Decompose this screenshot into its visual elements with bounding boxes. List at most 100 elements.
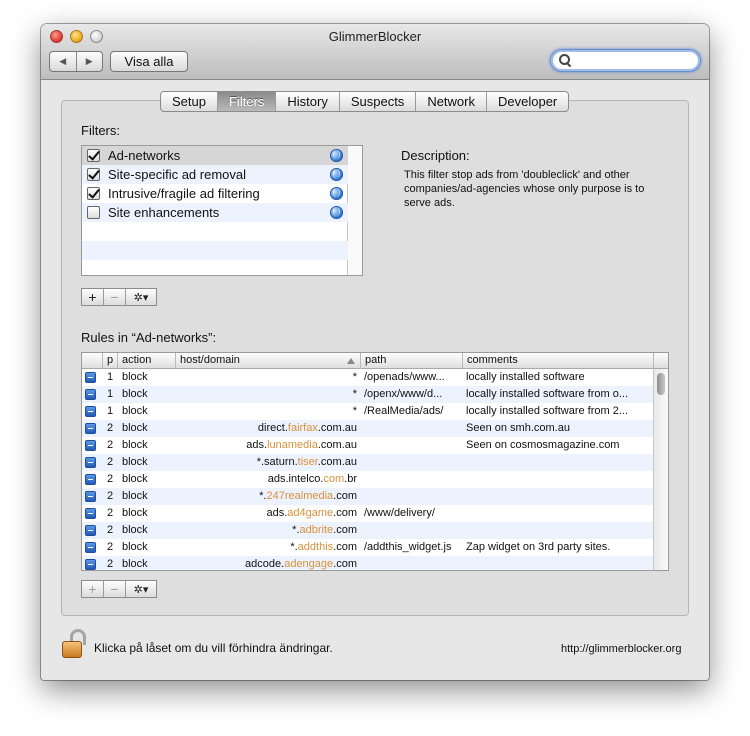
rule-host-part: direct. — [257, 422, 288, 434]
globe-icon — [330, 206, 343, 219]
table-row[interactable]: 1 block * /RealMedia/ads/locally installed … — [82, 403, 654, 420]
table-row[interactable]: 2 block *.adbrite.com — [82, 522, 654, 539]
rule-enabled-cell — [82, 488, 103, 505]
table-row[interactable]: 2 block *.saturn.tiser.com.au — [82, 454, 654, 471]
rule-host-part: *. — [259, 490, 267, 502]
table-row[interactable]: 2 block ads.ad4game.com/www/delivery/ — [82, 505, 654, 522]
rule-comment — [466, 556, 652, 570]
remove-filter-button[interactable]: − — [104, 289, 126, 305]
minus-icon[interactable] — [85, 542, 96, 553]
website-url[interactable]: http://glimmerblocker.org — [561, 643, 681, 655]
filter-item[interactable]: Intrusive/fragile ad filtering — [82, 184, 348, 203]
rule-host-part: .com — [333, 507, 357, 519]
tab-setup[interactable]: Setup — [161, 92, 217, 111]
table-row[interactable]: 1 block * /openx/www/d... locally installed … — [82, 386, 654, 403]
tab-network[interactable]: Network — [415, 92, 486, 111]
gear-icon[interactable]: ✲▾ — [126, 581, 156, 597]
tab-suspects[interactable]: Suspects — [338, 92, 415, 111]
table-row[interactable]: 2 block direct.fairfax.com.au Seen on smh.c… — [82, 420, 654, 437]
minus-icon[interactable] — [85, 389, 96, 400]
tab-developer[interactable]: Developer — [486, 92, 568, 111]
rule-enabled-cell — [82, 420, 103, 437]
tab-filters[interactable]: Filters — [216, 92, 276, 111]
back-arrow-icon[interactable]: ◀ — [50, 52, 77, 71]
rule-action: block — [122, 558, 148, 570]
minus-icon[interactable] — [85, 508, 96, 519]
table-row[interactable]: 2 block adcode.adengage.com — [82, 556, 654, 570]
empty-row — [82, 222, 348, 241]
rules-scrollbar-thumb[interactable] — [657, 373, 665, 395]
filter-checkbox[interactable] — [87, 206, 100, 219]
filter-item-label: Intrusive/fragile ad filtering — [108, 186, 260, 201]
column-header-enabled[interactable] — [82, 353, 103, 369]
rules-table[interactable]: p action host/domain path comments 1 bloc… — [81, 352, 669, 571]
rules-scrollbar[interactable] — [653, 369, 668, 570]
add-filter-button[interactable]: + — [82, 289, 104, 305]
rule-host: *.saturn.tiser.com.au — [178, 454, 357, 471]
minus-icon[interactable] — [85, 491, 96, 502]
filter-checkbox[interactable] — [87, 168, 100, 181]
remove-rule-button[interactable]: − — [104, 581, 126, 597]
add-rule-button[interactable]: + — [82, 581, 104, 597]
filter-item-label: Site-specific ad removal — [108, 167, 246, 182]
rule-path — [364, 471, 461, 488]
minus-icon[interactable] — [85, 559, 96, 570]
minus-icon[interactable] — [85, 525, 96, 536]
rule-comment: locally installed software from 2... — [466, 405, 629, 417]
minus-icon[interactable] — [85, 440, 96, 451]
table-row[interactable]: 2 block ads.lunamedia.com.au Seen on cosmos… — [82, 437, 654, 454]
filter-item-label: Ad-networks — [108, 148, 181, 163]
rule-action: block — [122, 507, 148, 519]
minus-icon[interactable] — [85, 406, 96, 417]
table-row[interactable]: 2 block *.247realmedia.com — [82, 488, 654, 505]
sort-ascending-icon — [347, 358, 355, 364]
column-header-comments[interactable]: comments — [463, 353, 654, 369]
table-row[interactable]: 2 block ads.intelco.com.br — [82, 471, 654, 488]
forward-arrow-icon[interactable]: ▶ — [77, 52, 103, 71]
column-header-action[interactable]: action — [118, 353, 176, 369]
rule-host: *.247realmedia.com — [178, 488, 357, 505]
rule-host-part: ads. — [246, 439, 268, 451]
rule-comment: locally installed software from o... — [466, 388, 629, 400]
rule-host: * — [178, 386, 357, 403]
rule-host: adcode.adengage.com — [178, 556, 357, 570]
empty-row — [82, 260, 348, 279]
filter-item[interactable]: Ad-networks — [82, 146, 348, 165]
rule-comment — [466, 488, 652, 505]
minus-icon[interactable] — [85, 423, 96, 434]
rule-host: ads.lunamedia.com.au — [178, 437, 357, 454]
column-header-host[interactable]: host/domain — [176, 353, 361, 369]
minus-icon[interactable] — [85, 457, 96, 468]
rules-heading: Rules in “Ad-networks”: — [81, 330, 217, 345]
column-header-path[interactable]: path — [361, 353, 463, 369]
rule-host: direct.fairfax.com.au — [178, 420, 357, 437]
filter-item[interactable]: Site-specific ad removal — [82, 165, 348, 184]
rule-host-part: * — [352, 388, 357, 400]
filter-checkbox[interactable] — [87, 149, 100, 162]
lock-icon[interactable] — [59, 628, 89, 660]
show-all-button[interactable]: Visa alla — [110, 51, 188, 72]
filter-checkbox[interactable] — [87, 187, 100, 200]
rule-host-part: lunamedia — [267, 439, 318, 451]
search-field[interactable] — [550, 49, 701, 72]
column-header-p[interactable]: p — [103, 353, 118, 369]
rule-priority: 1 — [107, 405, 114, 417]
table-row[interactable]: 2 block *.addthis.com/addthis_widget.js Zap… — [82, 539, 654, 556]
rule-host: *.adbrite.com — [178, 522, 357, 539]
rule-action: block — [122, 439, 148, 451]
rule-action: block — [122, 371, 148, 383]
tab-history[interactable]: History — [275, 92, 338, 111]
rules-table-header: p action host/domain path comments — [82, 353, 668, 369]
rule-host-part: .com — [333, 490, 357, 502]
minus-icon[interactable] — [85, 474, 96, 485]
minus-icon[interactable] — [85, 372, 96, 383]
rule-comment — [466, 505, 652, 522]
table-row[interactable]: 1 block * /openads/www... locally installed … — [82, 369, 654, 386]
filters-list-scrollbar[interactable] — [347, 146, 362, 275]
rule-host-part: .com — [333, 524, 357, 536]
rule-enabled-cell — [82, 471, 103, 488]
gear-icon[interactable]: ✲▾ — [126, 289, 156, 305]
filters-list[interactable]: Ad-networks Site-specific ad removal Intru… — [81, 145, 363, 276]
preferences-window: GlimmerBlocker ◀ ▶ Visa alla Setup Filter… — [41, 24, 709, 680]
filter-item[interactable]: Site enhancements — [82, 203, 348, 222]
